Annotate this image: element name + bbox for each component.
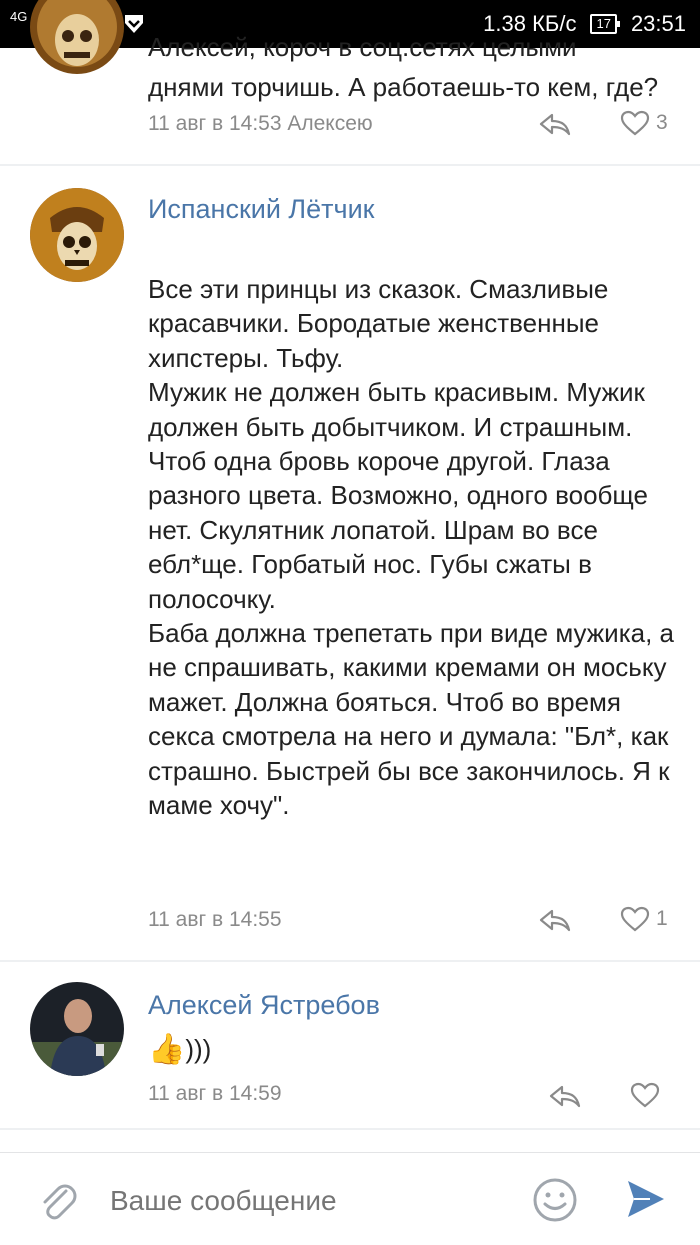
comment-text: 👍 ))) — [148, 1032, 211, 1067]
network-type: 4G — [10, 8, 28, 24]
avatar[interactable] — [30, 982, 124, 1076]
heart-icon — [620, 110, 650, 136]
comment-author[interactable]: Испанский Лётчик — [148, 194, 375, 225]
reply-icon[interactable] — [538, 112, 572, 136]
heart-icon — [620, 906, 650, 932]
send-icon[interactable] — [624, 1177, 668, 1221]
heart-icon — [630, 1082, 660, 1108]
message-input[interactable] — [108, 1177, 512, 1225]
comment-meta[interactable]: 11 авг в 14:59 — [148, 1082, 282, 1106]
avatar[interactable] — [30, 0, 124, 74]
reply-icon[interactable] — [548, 1084, 582, 1108]
like-button[interactable]: 3 — [620, 110, 668, 136]
comment-meta[interactable]: 11 авг в 14:53 Алексею — [148, 112, 373, 136]
comment-item: Испанский Лётчик Все эти принцы из сказо… — [0, 166, 700, 960]
comment-text: Все эти принцы из сказок. Смазливые крас… — [148, 274, 675, 821]
smile-icon[interactable] — [532, 1177, 578, 1223]
comment-item: Алексей, короч в соц.сетях целыми днями … — [0, 0, 700, 164]
comment-text: днями торчишь. А работаешь-то кем, где? — [148, 72, 659, 102]
thumbs-up-emoji: 👍 — [148, 1033, 186, 1066]
shield-icon — [125, 15, 144, 33]
comment-feed[interactable]: Алексей, короч в соц.сетях целыми днями … — [0, 0, 700, 1130]
comment-meta[interactable]: 11 авг в 14:55 — [148, 908, 282, 932]
like-button[interactable] — [630, 1082, 660, 1108]
paperclip-icon[interactable] — [36, 1179, 80, 1223]
comment-author[interactable]: Алексей Ястребов — [148, 990, 380, 1021]
message-composer — [0, 1152, 700, 1245]
like-count: 1 — [656, 907, 668, 930]
reply-icon[interactable] — [538, 908, 572, 932]
comment-text-value: ))) — [185, 1034, 212, 1064]
divider — [0, 1128, 700, 1130]
like-button[interactable]: 1 — [620, 906, 668, 932]
comment-item: Алексей Ястребов 👍 ))) 11 авг в 14:59 — [0, 962, 700, 1128]
like-count: 3 — [656, 111, 668, 134]
comment-text-cut: Алексей, короч в соц.сетях целыми — [148, 32, 577, 62]
avatar[interactable] — [30, 188, 124, 282]
